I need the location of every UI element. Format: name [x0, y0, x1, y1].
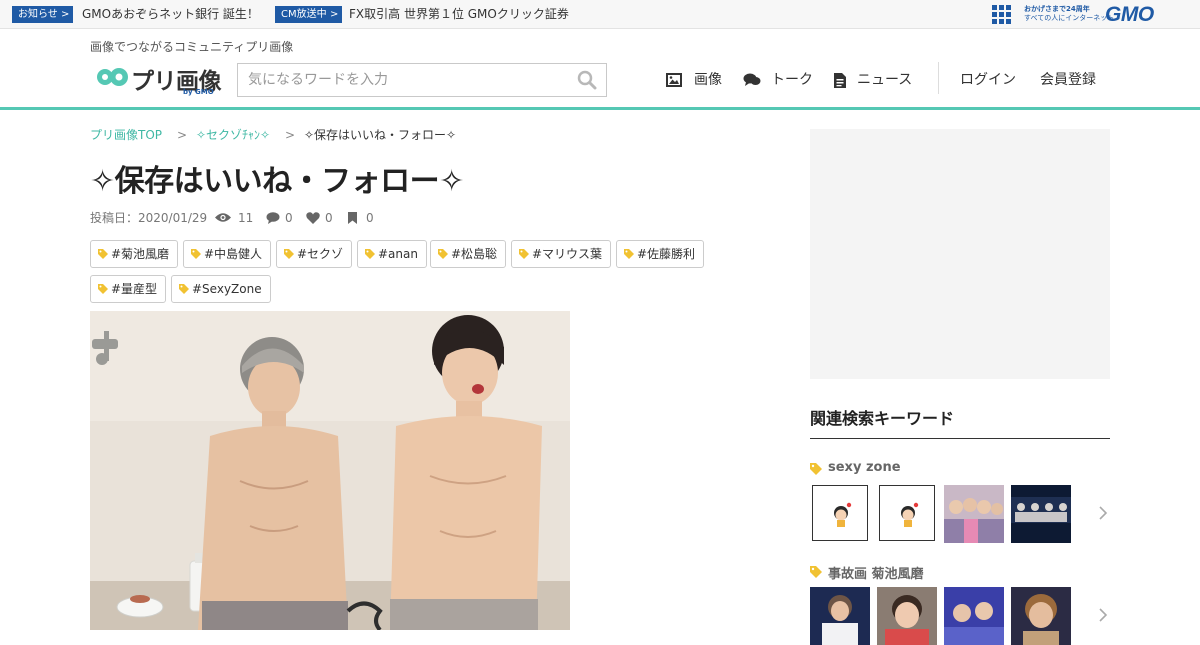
tag-label: #量産型	[111, 282, 158, 296]
stage-photo-thumbnail	[1011, 485, 1071, 543]
tag-label: #松島聡	[451, 247, 498, 261]
gmo-top-bar: お知らせ > GMOあおぞらネット銀行 誕生！ CM放送中 > FX取引高 世界…	[0, 0, 1200, 29]
chevron-right-icon[interactable]	[1098, 607, 1108, 623]
header-accent-line	[0, 107, 1200, 110]
selfie-photo-thumbnail	[877, 587, 937, 645]
cm-chevron-icon: >	[326, 6, 343, 23]
site-tagline: 画像でつながるコミュニティプリ画像	[90, 40, 294, 54]
post-date: 投稿日：2020/01/29	[90, 211, 208, 225]
keyword-thumbnail[interactable]	[1011, 587, 1071, 645]
group-photo-thumbnail	[944, 485, 1004, 543]
search-box	[237, 63, 607, 97]
cm-badge[interactable]: CM放送中	[275, 6, 333, 23]
post-image[interactable]	[90, 311, 570, 630]
nav-divider	[938, 62, 939, 94]
nav-news-label: ニュース	[857, 72, 913, 88]
tag-icon	[810, 566, 822, 578]
tag-chip[interactable]: #セクゾ	[276, 240, 353, 268]
tag-chip[interactable]: #菊池風磨	[90, 240, 179, 268]
tag-label: #セクゾ	[297, 247, 344, 261]
tag-label: #マリウス葉	[532, 247, 603, 261]
cm-link[interactable]: FX取引高 世界第１位 GMOクリック証券	[349, 5, 569, 23]
tag-icon	[98, 284, 108, 294]
tag-icon	[624, 249, 634, 259]
cartoon-face-illustration	[834, 502, 852, 527]
logo-mark-icon	[97, 68, 128, 86]
tag-icon	[179, 284, 189, 294]
ad-placeholder	[810, 129, 1110, 379]
tag-chip[interactable]: #SexyZone	[171, 275, 271, 303]
breadcrumb-separator: >	[177, 128, 188, 142]
tag-label: #中島健人	[204, 247, 263, 261]
keyword-thumbnail[interactable]	[812, 485, 868, 541]
gmo-tagline-line1: おかげさまで24周年	[1024, 5, 1090, 13]
search-input[interactable]	[248, 70, 568, 90]
nav-talk-label: トーク	[771, 72, 813, 88]
chevron-right-icon[interactable]	[1098, 505, 1108, 521]
tag-icon	[98, 249, 108, 259]
breadcrumb-category[interactable]: ✧セクゾﾁｬﾝ✧	[196, 127, 270, 143]
chat-bubbles-icon	[743, 73, 761, 86]
tag-label: #佐藤勝利	[637, 247, 696, 261]
keyword-thumbnail[interactable]	[879, 485, 935, 541]
login-link[interactable]: ログイン	[960, 70, 1016, 90]
keyword-thumbnail[interactable]	[944, 587, 1004, 645]
comment-count: 0	[285, 211, 293, 225]
nav-images-label: 画像	[694, 72, 722, 88]
tag-chip[interactable]: #松島聡	[430, 240, 507, 268]
keyword-thumbnail[interactable]	[877, 587, 937, 645]
document-icon	[834, 73, 846, 88]
gmo-logo[interactable]: GMO	[1105, 3, 1154, 27]
portrait-photo-thumbnail	[1011, 587, 1071, 645]
page-title: ✧保存はいいね・フォロー✧	[90, 164, 464, 199]
notice-chevron-icon: >	[57, 6, 74, 23]
save-count: 0	[366, 211, 374, 225]
keyword-thumbnail[interactable]	[944, 485, 1004, 543]
bookmark-icon	[348, 212, 357, 224]
stage-photo-thumbnail	[944, 587, 1004, 645]
tag-label: #菊池風磨	[111, 247, 170, 261]
gmo-tagline: おかげさまで24周年 すべての人にインターネット	[1024, 5, 1114, 23]
tag-label: #SexyZone	[192, 282, 262, 296]
image-icon	[666, 73, 682, 87]
search-icon[interactable]	[577, 70, 597, 90]
gmo-grid-icon[interactable]	[992, 5, 1011, 24]
register-link[interactable]: 会員登録	[1040, 70, 1096, 90]
logo-by-gmo: by GMO	[183, 88, 214, 96]
tag-icon	[284, 249, 294, 259]
keyword-label: 事故画 菊池風磨	[828, 567, 924, 582]
tag-chip[interactable]: #佐藤勝利	[616, 240, 705, 268]
breadcrumb-current: ✧保存はいいね・フォロー✧	[304, 128, 457, 142]
tag-icon	[191, 249, 201, 259]
related-keywords-title: 関連検索キーワード	[810, 409, 955, 428]
tag-chip[interactable]: #中島健人	[183, 240, 272, 268]
keyword-thumbnail[interactable]	[810, 587, 870, 645]
view-count: 11	[238, 211, 254, 225]
breadcrumb-separator: >	[285, 128, 296, 142]
tag-label: #anan	[378, 247, 418, 261]
notice-link[interactable]: GMOあおぞらネット銀行 誕生！	[82, 5, 259, 23]
tag-chip[interactable]: #量産型	[90, 275, 167, 303]
breadcrumb-top[interactable]: プリ画像TOP	[90, 127, 162, 143]
keyword-thumbnail[interactable]	[1011, 485, 1071, 543]
tag-icon	[519, 249, 529, 259]
cartoon-face-illustration	[901, 502, 919, 527]
post-image-illustration	[90, 311, 570, 630]
sidebar-divider	[810, 438, 1110, 439]
tag-chip[interactable]: #マリウス葉	[511, 240, 612, 268]
heart-icon	[306, 212, 320, 224]
concert-photo-thumbnail	[810, 587, 870, 645]
keyword-label: sexy zone	[828, 460, 901, 475]
tag-icon	[438, 249, 448, 259]
gmo-tagline-line2: すべての人にインターネット	[1024, 14, 1115, 22]
tag-icon	[365, 249, 375, 259]
tag-icon	[810, 463, 822, 475]
comment-icon	[266, 212, 280, 224]
tag-chip[interactable]: #anan	[357, 240, 427, 268]
eye-icon	[215, 213, 231, 222]
like-count: 0	[325, 211, 333, 225]
site-logo[interactable]: プリ画像 by GMO	[95, 62, 225, 98]
